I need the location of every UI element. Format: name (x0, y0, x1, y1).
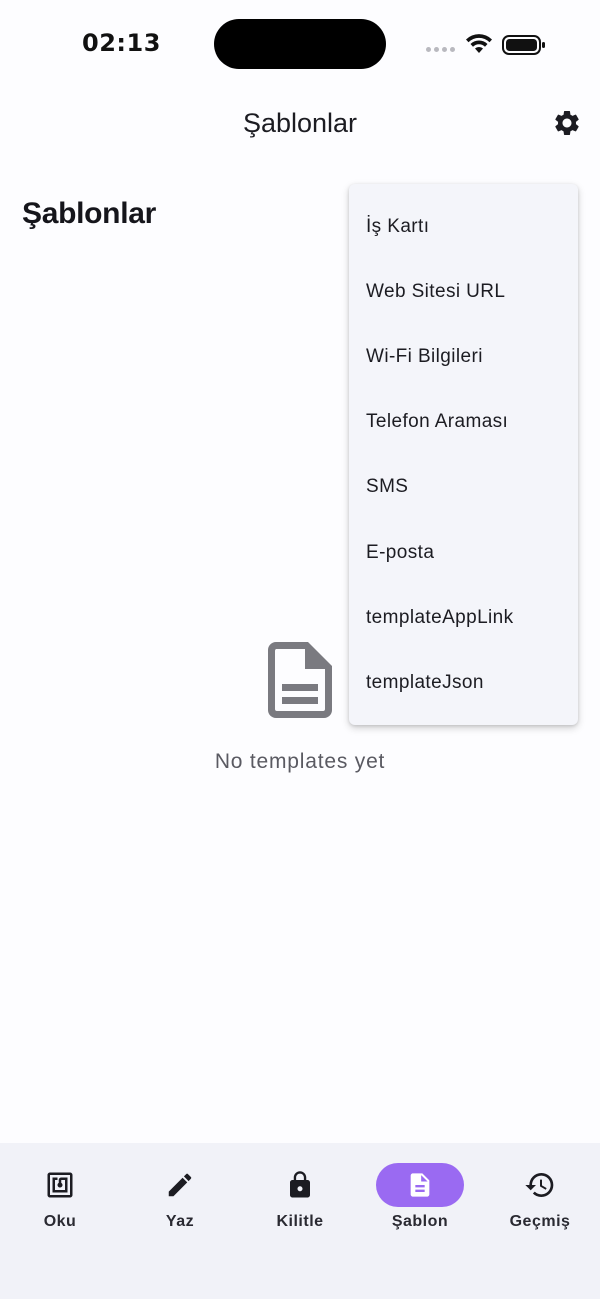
battery-icon (502, 35, 545, 55)
menu-item-website-url[interactable]: Web Sitesi URL (349, 259, 578, 324)
dynamic-island (214, 19, 386, 69)
nav-active-indicator (376, 1163, 464, 1207)
settings-button[interactable] (549, 105, 585, 141)
menu-item-business-card[interactable]: İş Kartı (349, 194, 578, 259)
menu-item-json[interactable]: templateJson (349, 650, 578, 715)
document-icon (268, 642, 332, 718)
menu-item-email[interactable]: E-posta (349, 520, 578, 585)
template-type-menu: İş Kartı Web Sitesi URL Wi-Fi Bilgileri … (349, 184, 578, 725)
app-bar: Şablonlar (0, 88, 600, 160)
nav-item-history[interactable]: Geçmiş (480, 1143, 600, 1253)
nav-label: Şablon (391, 1213, 449, 1230)
empty-state-text: No templates yet (214, 750, 386, 773)
menu-item-wifi[interactable]: Wi-Fi Bilgileri (349, 324, 578, 389)
gear-icon (555, 111, 579, 135)
menu-item-app-link[interactable]: templateAppLink (349, 585, 578, 650)
menu-item-phone-call[interactable]: Telefon Araması (349, 390, 578, 455)
document-icon (410, 1173, 430, 1197)
menu-item-sms[interactable]: SMS (349, 455, 578, 520)
nav-item-read[interactable]: Oku (0, 1143, 120, 1253)
nav-item-template[interactable]: Şablon (360, 1143, 480, 1253)
app-bar-title: Şablonlar (242, 108, 358, 138)
lock-icon (290, 1171, 310, 1198)
wifi-icon (466, 34, 492, 53)
history-icon (525, 1173, 554, 1197)
bottom-navigation: Oku Yaz Kilitle Şablon Geçmiş (0, 1143, 600, 1299)
pencil-icon (168, 1173, 192, 1197)
status-bar: 02:13 (0, 0, 600, 88)
nav-label: Yaz (165, 1213, 195, 1230)
nav-item-write[interactable]: Yaz (120, 1143, 240, 1253)
nfc-icon (47, 1172, 73, 1198)
nav-label: Geçmiş (509, 1213, 571, 1230)
nav-label: Kilitle (276, 1213, 324, 1230)
cellular-signal-icon (426, 47, 455, 52)
nav-item-lock[interactable]: Kilitle (240, 1143, 360, 1253)
nav-label: Oku (43, 1213, 77, 1230)
page-heading: Şablonlar (22, 197, 156, 230)
status-time: 02:13 (82, 29, 161, 57)
